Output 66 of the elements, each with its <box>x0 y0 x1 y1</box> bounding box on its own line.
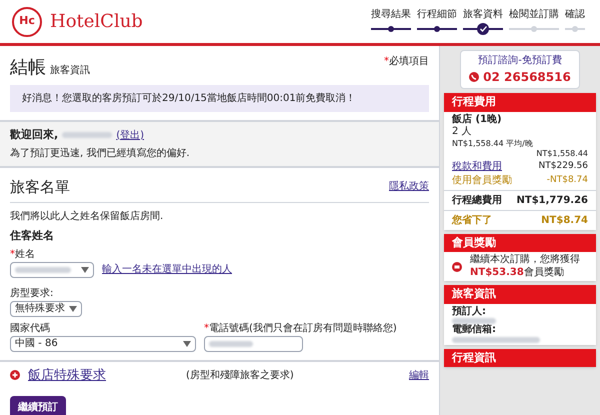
blurred-text <box>62 132 112 138</box>
required-note: 必填項目 <box>389 56 429 67</box>
cost-amount: NT$229.56 <box>538 160 588 172</box>
average-amount: NT$1,558.44 <box>536 148 588 158</box>
step-label: 旅客資料 <box>463 8 503 22</box>
cost-label: 使用會員獎勵 <box>452 175 512 188</box>
guest-intro: 我們將以此人之姓名保留飯店房間. <box>10 210 164 224</box>
reward-icon <box>452 262 462 272</box>
edit-link[interactable]: 編輯 <box>409 368 429 383</box>
privacy-link[interactable]: 隱私政策 <box>389 179 429 194</box>
welcome-note: 為了預訂更迅速, 我們已經填寫您的偏好. <box>10 146 191 160</box>
blurred-text <box>452 318 496 324</box>
panel-header: 旅客資訊 <box>444 285 596 304</box>
total-amount: NT$1,779.26 <box>516 194 588 208</box>
guest-count: 2 人 <box>452 126 473 138</box>
phone-icon <box>469 72 480 82</box>
panel-header: 會員獎勵 <box>444 234 596 252</box>
step-label: 確認 <box>565 8 585 22</box>
plus-circle-icon <box>10 370 20 380</box>
room-type-select[interactable]: 無特殊要求 <box>10 300 82 316</box>
page-subtitle: 旅客資訊 <box>50 64 90 78</box>
cost-amount: -NT$8.74 <box>546 175 588 187</box>
step-label: 檢閱並訂購 <box>509 8 559 22</box>
caret-icon <box>69 306 77 312</box>
notice-banner: 好消息！您選取的客房預訂可於29/10/15當地飯店時間00:01前免費取消！ <box>10 85 429 112</box>
brand-name: HotelClub <box>50 10 143 34</box>
welcome-text: 歡迎回來, <box>10 127 58 143</box>
logout-link[interactable]: (登出) <box>116 128 144 143</box>
cost-link[interactable]: 稅款和費用 <box>452 160 502 173</box>
field-label: 電話號碼(我們只會在訂房有問題時聯絡您) <box>209 322 397 334</box>
page-title: 結帳 <box>10 56 46 80</box>
special-requests-note: (房型和殘障旅客之要求) <box>186 368 294 383</box>
guest-name-heading: 住客姓名 <box>10 228 55 244</box>
email-label: 電郵信箱: <box>452 324 497 336</box>
blurred-text <box>209 340 253 346</box>
panel-header: 行程費用 <box>444 93 596 112</box>
caret-icon <box>183 340 191 346</box>
required-mark: * <box>10 248 15 260</box>
reward-text: 繼續本次訂購，您將獲得 NT$53.38會員獎勵 <box>470 254 581 279</box>
savings-label: 您省下了 <box>452 214 492 228</box>
step-label: 搜尋結果 <box>371 8 411 22</box>
required-mark: * <box>204 322 209 334</box>
continue-button[interactable]: 繼續預訂 <box>10 396 66 415</box>
average-rate: NT$1,558.44 平均/晚 <box>452 138 534 148</box>
field-label: 國家代碼 <box>10 322 51 336</box>
booker-label: 預訂人: <box>452 306 487 318</box>
phone-number: 02 26568516 <box>483 69 571 86</box>
call-box-title: 預訂諮詢-免預訂費 <box>478 54 562 68</box>
add-person-link[interactable]: 輸入一名未在選單中出現的人 <box>102 262 232 277</box>
savings-amount: NT$8.74 <box>541 214 588 228</box>
total-label: 行程總費用 <box>452 194 502 208</box>
field-label: 房型要求: <box>10 286 54 300</box>
country-code-select[interactable]: 中國 - 86 <box>10 336 196 352</box>
check-icon <box>480 26 486 32</box>
special-requests-link[interactable]: 飯店特殊要求 <box>28 366 106 385</box>
section-title: 旅客名單 <box>10 176 70 198</box>
step-label: 行程細節 <box>417 8 457 22</box>
blurred-text <box>15 266 71 272</box>
panel-header: 行程資訊 <box>444 348 596 367</box>
phone-field[interactable] <box>204 336 303 352</box>
required-mark: * <box>384 56 389 67</box>
logo-icon: Hc <box>12 6 42 36</box>
hotel-nights: 飯店 (1晚) <box>452 114 503 126</box>
name-select[interactable] <box>10 262 94 278</box>
field-label: 姓名 <box>15 248 35 260</box>
caret-icon <box>81 266 89 272</box>
